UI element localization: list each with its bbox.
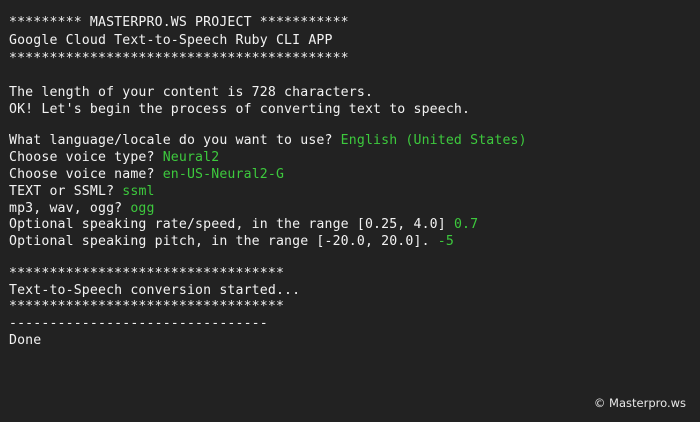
terminal-window: ********* MASTERPRO.WS PROJECT *********…	[0, 0, 700, 422]
rate-prompt-line: Optional speaking rate/speed, in the ran…	[9, 216, 478, 234]
voice-type-prompt-line: Choose voice type? Neural2	[9, 149, 219, 167]
audio-question: mp3, wav, ogg?	[9, 201, 131, 216]
format-answer: ssml	[122, 184, 155, 199]
stars-divider-top: **********************************	[9, 266, 285, 281]
voice-name-question: Choose voice name?	[9, 167, 163, 182]
header-stars-top: ********* MASTERPRO.WS PROJECT *********…	[9, 15, 349, 30]
pitch-answer: -5	[437, 234, 454, 249]
language-prompt-line: What language/locale do you want to use?…	[9, 132, 527, 150]
pitch-question: Optional speaking pitch, in the range [-…	[9, 234, 438, 249]
voice-type-question: Choose voice type?	[9, 150, 163, 165]
voice-name-answer: en-US-Neural2-G	[162, 167, 285, 182]
content-length-message: The length of your content is 728 charac…	[9, 85, 374, 100]
audio-answer: ogg	[130, 201, 155, 216]
format-prompt-line: TEXT or SSML? ssml	[9, 183, 155, 201]
done-message: Done	[9, 333, 42, 348]
header-stars-bottom: ****************************************…	[9, 51, 349, 66]
rate-question: Optional speaking rate/speed, in the ran…	[9, 217, 454, 232]
language-answer: English (United States)	[340, 133, 527, 148]
language-question: What language/locale do you want to use?	[9, 133, 341, 148]
dashes-divider: --------------------------------	[9, 316, 268, 331]
format-question: TEXT or SSML?	[9, 184, 123, 199]
begin-message: OK! Let's begin the process of convertin…	[9, 102, 471, 117]
stars-divider-bottom: **********************************	[9, 299, 285, 314]
pitch-prompt-line: Optional speaking pitch, in the range [-…	[9, 233, 454, 251]
voice-type-answer: Neural2	[162, 150, 220, 165]
voice-name-prompt-line: Choose voice name? en-US-Neural2-G	[9, 166, 284, 184]
watermark-text: © Masterpro.ws	[593, 396, 686, 410]
header-subtitle: Google Cloud Text-to-Speech Ruby CLI APP	[9, 33, 333, 48]
rate-answer: 0.7	[453, 217, 479, 232]
